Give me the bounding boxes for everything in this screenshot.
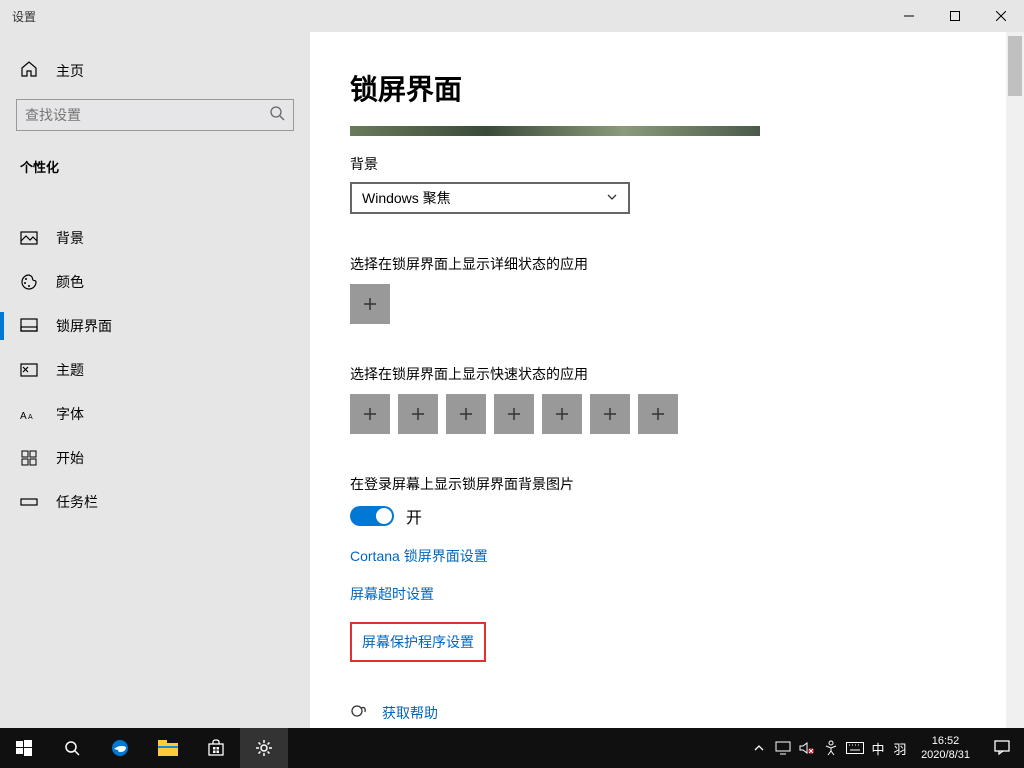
- edge-button[interactable]: [96, 728, 144, 768]
- home-icon: [20, 60, 38, 81]
- palette-icon: [20, 273, 38, 291]
- tray-display-icon[interactable]: [771, 728, 795, 768]
- start-button[interactable]: [0, 728, 48, 768]
- tray-ime1[interactable]: 中: [867, 728, 889, 768]
- show-on-signin-label: 在登录屏幕上显示锁屏界面背景图片: [350, 474, 1006, 494]
- page-heading: 锁屏界面: [350, 68, 1006, 108]
- close-button[interactable]: [978, 0, 1024, 32]
- nav-label: 锁屏界面: [56, 316, 112, 336]
- quick-apps-label: 选择在锁屏界面上显示快速状态的应用: [350, 364, 1006, 384]
- theme-icon: [20, 361, 38, 379]
- add-quick-app-button[interactable]: [494, 394, 534, 434]
- help-label: 获取帮助: [382, 703, 438, 723]
- toggle-state: 开: [406, 504, 422, 528]
- section-label: 个性化: [0, 147, 310, 186]
- screensaver-link[interactable]: 屏幕保护程序设置: [350, 622, 486, 662]
- sidebar: 主页 个性化 背景 颜色 锁屏界面: [0, 32, 310, 728]
- show-on-signin-toggle[interactable]: [350, 506, 394, 526]
- add-quick-app-button[interactable]: [446, 394, 486, 434]
- add-quick-app-button[interactable]: [590, 394, 630, 434]
- notifications-button[interactable]: [980, 728, 1024, 768]
- titlebar: 设置: [0, 0, 1024, 32]
- svg-text:A: A: [28, 414, 33, 421]
- nav-themes[interactable]: 主题: [0, 348, 310, 392]
- tray-keyboard-icon[interactable]: [843, 728, 867, 768]
- search-button[interactable]: [48, 728, 96, 768]
- lockscreen-icon: [20, 317, 38, 335]
- get-help-link[interactable]: 获取帮助: [350, 702, 1006, 723]
- maximize-button[interactable]: [932, 0, 978, 32]
- picture-icon: [20, 229, 38, 247]
- search-input[interactable]: [25, 107, 269, 123]
- home-label: 主页: [56, 61, 84, 81]
- font-icon: AA: [20, 405, 38, 423]
- tray-ease-icon[interactable]: [819, 728, 843, 768]
- tray-chevron-icon[interactable]: [747, 728, 771, 768]
- nav-lockscreen[interactable]: 锁屏界面: [0, 304, 310, 348]
- home-link[interactable]: 主页: [0, 50, 310, 91]
- nav-taskbar[interactable]: 任务栏: [0, 480, 310, 524]
- nav-label: 背景: [56, 228, 84, 248]
- chevron-down-icon: [606, 190, 618, 206]
- lockscreen-preview: [350, 126, 760, 136]
- scrollbar[interactable]: [1006, 32, 1024, 728]
- clock-date: 2020/8/31: [921, 748, 970, 762]
- nav-label: 颜色: [56, 272, 84, 292]
- taskbar-clock[interactable]: 16:52 2020/8/31: [911, 734, 980, 763]
- taskbar-icon: [20, 493, 38, 511]
- search-box[interactable]: [16, 99, 294, 131]
- cortana-link[interactable]: Cortana 锁屏界面设置: [350, 546, 1006, 566]
- nav-background[interactable]: 背景: [0, 216, 310, 260]
- nav-label: 任务栏: [56, 492, 98, 512]
- search-icon: [269, 105, 285, 126]
- background-label: 背景: [350, 154, 1006, 174]
- start-icon: [20, 449, 38, 467]
- window-title: 设置: [0, 8, 36, 25]
- nav-start[interactable]: 开始: [0, 436, 310, 480]
- add-quick-app-button[interactable]: [638, 394, 678, 434]
- main-area: 锁屏界面 背景 Windows 聚焦 选择在锁屏界面上显示详细状态的应用 选择在…: [310, 32, 1024, 728]
- background-dropdown[interactable]: Windows 聚焦: [350, 182, 630, 214]
- timeout-link[interactable]: 屏幕超时设置: [350, 584, 1006, 604]
- add-quick-app-button[interactable]: [350, 394, 390, 434]
- add-quick-app-button[interactable]: [398, 394, 438, 434]
- help-icon: [350, 702, 368, 723]
- tray-volume-icon[interactable]: [795, 728, 819, 768]
- dropdown-value: Windows 聚焦: [362, 188, 451, 208]
- scroll-thumb[interactable]: [1008, 36, 1022, 96]
- explorer-button[interactable]: [144, 728, 192, 768]
- nav-colors[interactable]: 颜色: [0, 260, 310, 304]
- settings-button[interactable]: [240, 728, 288, 768]
- nav-label: 主题: [56, 360, 84, 380]
- store-button[interactable]: [192, 728, 240, 768]
- add-quick-app-button[interactable]: [542, 394, 582, 434]
- clock-time: 16:52: [921, 734, 970, 748]
- nav-label: 字体: [56, 404, 84, 424]
- svg-text:A: A: [20, 411, 27, 421]
- add-detail-app-button[interactable]: [350, 284, 390, 324]
- nav-label: 开始: [56, 448, 84, 468]
- taskbar: 中 羽 16:52 2020/8/31: [0, 728, 1024, 768]
- detail-apps-label: 选择在锁屏界面上显示详细状态的应用: [350, 254, 1006, 274]
- tray-ime2[interactable]: 羽: [889, 728, 911, 768]
- minimize-button[interactable]: [886, 0, 932, 32]
- nav-fonts[interactable]: AA 字体: [0, 392, 310, 436]
